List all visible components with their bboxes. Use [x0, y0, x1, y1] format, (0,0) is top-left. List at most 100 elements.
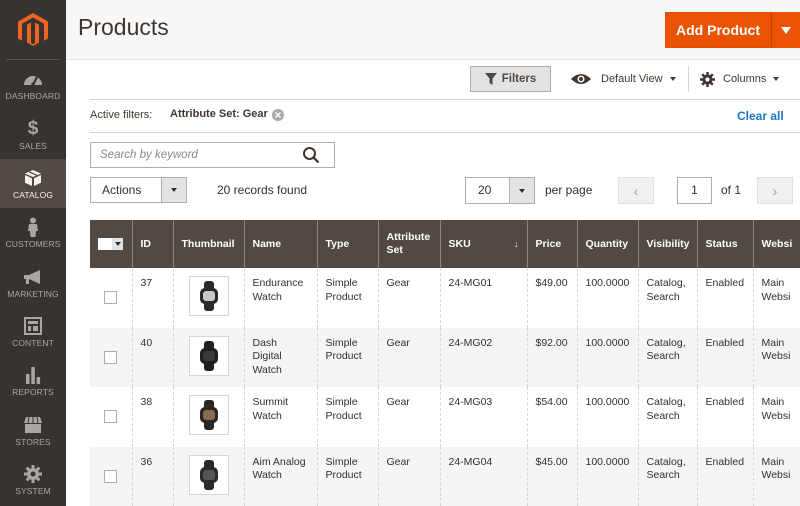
records-count: 20 records found — [217, 183, 308, 197]
keyword-search — [90, 142, 335, 168]
magento-logo-icon — [18, 13, 48, 46]
cell-websites: Main Websi — [752, 327, 800, 387]
sidebar-item-label: DASHBOARD — [5, 90, 61, 101]
page-number-input[interactable]: 1 — [677, 177, 712, 204]
product-thumbnail[interactable] — [188, 335, 229, 376]
cell-websites: Main Websi — [752, 446, 800, 506]
chevron-down-icon — [781, 26, 791, 34]
cell-visibility: Catalog, Search — [637, 327, 698, 387]
add-product-options-button[interactable] — [771, 12, 800, 48]
search-icon — [303, 147, 320, 164]
page-header: Products Add Product — [66, 0, 800, 60]
row-checkbox[interactable] — [104, 350, 118, 364]
filters-button[interactable]: Filters — [470, 66, 551, 92]
row-select-cell — [90, 327, 133, 387]
cell-thumbnail — [172, 446, 245, 506]
watch-image-icon — [199, 281, 218, 311]
sidebar-item-marketing[interactable]: MARKETING — [0, 258, 66, 307]
watch-image-icon — [199, 400, 218, 430]
view-switcher[interactable]: Default View — [571, 66, 676, 92]
columns-control[interactable]: Columns — [700, 66, 780, 92]
megaphone-icon — [23, 267, 43, 287]
dollar-icon: $ — [27, 117, 39, 139]
sidebar-item-system[interactable]: SYSTEM — [0, 455, 66, 504]
sidebar-item-sales[interactable]: $ SALES — [0, 110, 66, 159]
column-header-quantity[interactable]: Quantity — [576, 220, 639, 268]
previous-page-button[interactable]: ‹ — [618, 177, 654, 204]
sidebar-item-customers[interactable]: CUSTOMERS — [0, 208, 66, 257]
column-header-sku[interactable]: SKU ↓ — [439, 220, 528, 268]
speedometer-icon — [23, 69, 43, 89]
page-title: Products — [78, 14, 169, 40]
column-header-status[interactable]: Status — [696, 220, 754, 268]
add-product-button[interactable]: Add Product — [665, 12, 771, 48]
row-checkbox[interactable] — [104, 291, 118, 304]
next-page-button[interactable]: › — [757, 177, 793, 204]
cell-attribute-set: Gear — [377, 327, 441, 387]
search-button[interactable] — [302, 146, 320, 169]
sidebar-item-label: STORES — [15, 436, 51, 447]
cell-websites: Main Websi — [752, 268, 800, 328]
active-filters-label: Active filters: — [90, 109, 153, 121]
chevron-down-icon — [669, 77, 676, 81]
column-header-attribute-set[interactable]: Attribute Set — [377, 220, 441, 268]
cell-id: 36 — [131, 446, 174, 506]
select-all-header[interactable] — [90, 220, 133, 268]
bar-chart-icon — [25, 365, 41, 385]
cell-price: $92.00 — [526, 327, 578, 387]
cell-thumbnail — [172, 327, 245, 387]
column-header-visibility[interactable]: Visibility — [637, 220, 698, 268]
active-filter-chip: Attribute Set: Gear — [170, 108, 268, 120]
sidebar-item-dashboard[interactable]: DASHBOARD — [0, 60, 66, 109]
cell-price: $49.00 — [526, 268, 578, 328]
sidebar-item-label: MARKETING — [7, 288, 59, 299]
column-header-type[interactable]: Type — [316, 220, 379, 268]
cell-visibility: Catalog, Search — [637, 268, 698, 328]
column-header-name[interactable]: Name — [243, 220, 318, 268]
layout-icon — [24, 316, 42, 336]
row-select-cell — [90, 446, 133, 506]
mass-select-dropdown[interactable] — [98, 238, 124, 250]
product-thumbnail[interactable] — [188, 276, 229, 316]
cell-sku: 24-MG03 — [439, 387, 528, 447]
sidebar-item-label: CONTENT — [12, 337, 54, 348]
chevron-down-icon — [112, 238, 124, 250]
table-row[interactable]: 36 Aim Analog Watch Simple Product Gear 24-M… — [90, 446, 800, 506]
storefront-icon — [23, 415, 43, 435]
column-header-price[interactable]: Price — [526, 220, 578, 268]
per-page-select[interactable]: 20 — [465, 177, 535, 204]
cell-type: Simple Product — [316, 268, 379, 328]
chevron-down-icon — [161, 178, 186, 202]
mass-actions-dropdown[interactable]: Actions — [90, 177, 187, 203]
column-header-id[interactable]: ID — [131, 220, 174, 268]
sidebar-item-catalog[interactable]: CATALOG — [0, 159, 66, 208]
sidebar-item-content[interactable]: CONTENT — [0, 307, 66, 356]
row-checkbox[interactable] — [104, 469, 118, 483]
total-pages-label: of 1 — [721, 183, 742, 197]
product-thumbnail[interactable] — [188, 454, 229, 495]
clear-all-filters-link[interactable]: Clear all — [737, 109, 784, 123]
row-select-cell — [90, 268, 133, 328]
column-header-websites[interactable]: Websi — [752, 220, 800, 268]
per-page-value: 20 — [478, 183, 492, 197]
product-thumbnail[interactable] — [188, 395, 229, 435]
sidebar-item-reports[interactable]: REPORTS — [0, 356, 66, 405]
cell-name: Aim Analog Watch — [243, 446, 318, 506]
row-checkbox[interactable] — [104, 410, 118, 423]
cell-type: Simple Product — [316, 387, 379, 447]
divider — [90, 132, 800, 133]
sidebar-item-stores[interactable]: STORES — [0, 406, 66, 455]
cell-status: Enabled — [696, 327, 754, 387]
sku-header-label: SKU — [448, 237, 471, 250]
magento-logo[interactable] — [0, 0, 66, 60]
select-all-checkbox[interactable] — [98, 238, 113, 250]
filters-label: Filters — [501, 73, 537, 85]
table-row[interactable]: 40 Dash Digital Watch Simple Product Gear 24… — [90, 327, 800, 387]
table-row[interactable]: 37 Endurance Watch Simple Product Gear 24-MG… — [90, 268, 800, 328]
remove-filter-button[interactable] — [272, 109, 284, 121]
chevron-left-icon: ‹ — [633, 182, 639, 199]
cell-websites: Main Websi — [752, 387, 800, 447]
cell-id: 37 — [131, 268, 174, 328]
table-row[interactable]: 38 Summit Watch Simple Product Gear 24-MG03 $… — [90, 387, 800, 447]
search-input[interactable] — [91, 143, 291, 167]
